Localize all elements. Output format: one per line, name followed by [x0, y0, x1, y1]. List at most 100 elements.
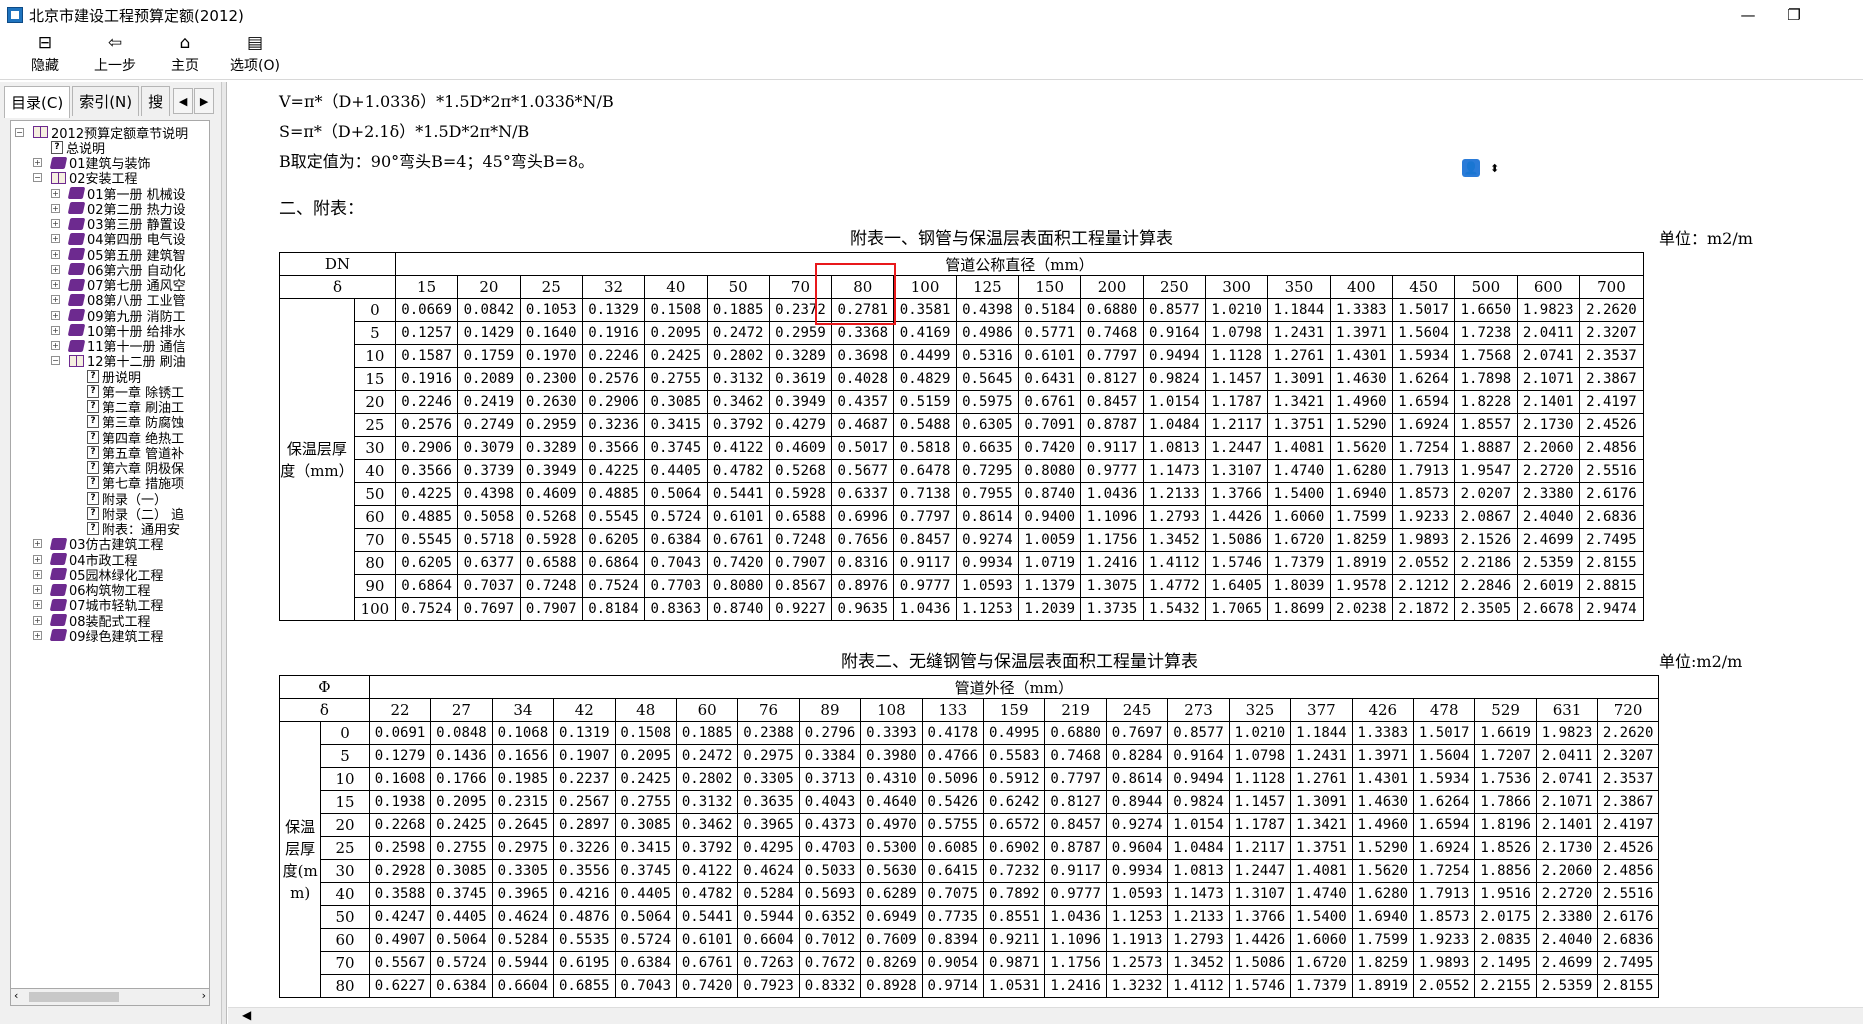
expand-icon[interactable]: +: [33, 615, 42, 625]
value-cell: 0.3289: [519, 436, 583, 460]
column-header: 27: [430, 698, 493, 722]
value-cell: 0.9934: [1105, 859, 1169, 883]
expand-icon[interactable]: +: [33, 554, 42, 564]
expand-icon[interactable]: +: [51, 280, 60, 289]
tab-scroll-left-button[interactable]: ◀: [173, 88, 194, 114]
value-cell: 0.4703: [798, 836, 862, 860]
value-cell: 1.5746: [1204, 551, 1269, 575]
value-cell: 0.3462: [675, 813, 739, 837]
collapse-icon[interactable]: −: [33, 173, 42, 183]
value-cell: 2.2846: [1454, 574, 1518, 598]
expand-icon[interactable]: +: [33, 600, 42, 610]
expand-icon[interactable]: +: [33, 630, 42, 640]
value-cell: 0.3566: [581, 436, 646, 460]
home-button[interactable]: ⌂ 主页: [152, 30, 218, 78]
user-widget[interactable]: 👤 ⬍: [1462, 156, 1518, 180]
value-cell: 1.6650: [1454, 298, 1518, 322]
value-cell: 1.1473: [1142, 459, 1207, 483]
value-cell: 1.3766: [1204, 482, 1269, 506]
value-cell: 0.3619: [768, 367, 833, 391]
expand-icon[interactable]: +: [51, 203, 60, 213]
value-cell: 0.3393: [860, 721, 923, 745]
value-cell: 0.0669: [394, 298, 459, 322]
tab-index[interactable]: 索引(N): [72, 86, 140, 116]
value-cell: 1.6594: [1391, 390, 1456, 414]
expand-icon[interactable]: +: [33, 569, 42, 579]
value-cell: 0.2906: [581, 390, 646, 414]
expand-icon[interactable]: +: [51, 341, 60, 350]
table-row: 15 0.1938 0.2095 0.2315 0.2567 0.2755 0.3132 0.…: [280, 790, 1659, 814]
value-cell: 1.2133: [1142, 482, 1207, 506]
value-cell: 2.1071: [1516, 367, 1580, 391]
value-cell: 1.8557: [1454, 413, 1518, 437]
value-cell: 0.3745: [614, 859, 677, 883]
maximize-button[interactable]: ❐: [1771, 0, 1817, 30]
tree-horizontal-scrollbar[interactable]: ‹ ›: [10, 989, 210, 1006]
table-row: 40 0.3588 0.3745 0.3965 0.4216 0.4405 0.4782 0.…: [280, 882, 1659, 906]
tree-item[interactable]: +09绿色建筑工程: [33, 626, 164, 645]
expand-icon[interactable]: +: [51, 325, 60, 335]
value-cell: 1.8573: [1391, 482, 1456, 506]
value-cell: 1.7568: [1454, 344, 1518, 368]
back-button[interactable]: ⇦ 上一步: [82, 30, 148, 78]
collapse-icon[interactable]: −: [51, 356, 60, 366]
value-cell: 1.6264: [1412, 790, 1476, 814]
value-cell: 2.2620: [1597, 721, 1659, 745]
tree-scroll-left-icon[interactable]: ‹: [14, 989, 18, 1002]
panel-splitter[interactable]: [222, 82, 227, 1024]
value-cell: 1.7536: [1474, 767, 1537, 791]
tree-scroll-right-icon[interactable]: ›: [202, 989, 206, 1002]
expand-icon[interactable]: +: [51, 295, 60, 305]
value-cell: 0.4907: [368, 928, 432, 952]
value-cell: 1.2431: [1267, 321, 1331, 345]
contents-tree[interactable]: −2012预算定额章节说明? 总说明 +01建筑与装饰 −02安装工程 +01第一册 机…: [10, 120, 210, 989]
value-cell: 0.7075: [921, 882, 985, 906]
value-cell: 0.4499: [893, 344, 957, 368]
value-cell: 0.5064: [614, 905, 677, 929]
expand-icon[interactable]: +: [51, 234, 60, 244]
expand-icon[interactable]: +: [33, 585, 42, 594]
expand-icon[interactable]: +: [33, 158, 42, 167]
expand-icon[interactable]: +: [51, 219, 60, 228]
value-cell: 0.8127: [1080, 367, 1144, 391]
value-cell: 0.2300: [519, 367, 583, 391]
value-cell: 1.0154: [1142, 390, 1207, 414]
value-cell: 1.3107: [1228, 882, 1292, 906]
value-cell: 0.2419: [457, 390, 521, 414]
value-cell: 0.3713: [798, 767, 862, 791]
tab-contents[interactable]: 目录(C): [4, 86, 71, 118]
value-cell: 0.7703: [644, 574, 708, 598]
expand-icon[interactable]: +: [51, 188, 60, 198]
corner-label-bottom: δ: [279, 275, 396, 299]
tree-scroll-thumb[interactable]: [29, 992, 119, 1002]
tab-search[interactable]: 搜: [141, 86, 171, 116]
collapse-icon[interactable]: −: [15, 127, 24, 137]
value-cell: 0.5058: [457, 505, 521, 529]
value-cell: 2.5516: [1597, 882, 1659, 906]
minimize-button[interactable]: —: [1725, 0, 1771, 30]
value-cell: 0.1885: [706, 298, 770, 322]
expand-icon[interactable]: +: [33, 539, 42, 549]
expand-icon[interactable]: +: [51, 310, 60, 320]
value-cell: 0.7037: [457, 574, 521, 598]
expand-icon[interactable]: +: [51, 249, 60, 259]
value-cell: 1.0593: [955, 574, 1020, 598]
value-cell: 0.6205: [581, 528, 646, 552]
options-button[interactable]: ▤ 选项(O): [222, 30, 288, 78]
tab-scroll-right-button[interactable]: ▶: [194, 88, 215, 114]
value-cell: 0.4405: [644, 459, 708, 483]
expand-icon[interactable]: +: [51, 264, 60, 274]
scroll-left-icon[interactable]: ◀: [242, 1008, 251, 1022]
value-cell: 0.5818: [893, 436, 957, 460]
table-row: 100 0.7524 0.7697 0.7907 0.8184 0.8363 0.8740 0…: [280, 597, 1645, 621]
value-cell: 0.0842: [457, 298, 521, 322]
value-cell: 1.3735: [1080, 597, 1144, 621]
hide-button[interactable]: ⊟ 隐藏: [12, 30, 78, 78]
closed-book-icon: [49, 598, 68, 611]
value-cell: 1.7599: [1329, 505, 1393, 529]
value-cell: 0.6384: [430, 974, 493, 998]
table-row: 15 0.1916 0.2089 0.2300 0.2576 0.2755 0.3132 0.…: [280, 367, 1645, 391]
value-cell: 0.1916: [394, 367, 459, 391]
content-horizontal-scrollbar[interactable]: ◀: [228, 1007, 1863, 1024]
column-header: 273: [1167, 698, 1230, 722]
